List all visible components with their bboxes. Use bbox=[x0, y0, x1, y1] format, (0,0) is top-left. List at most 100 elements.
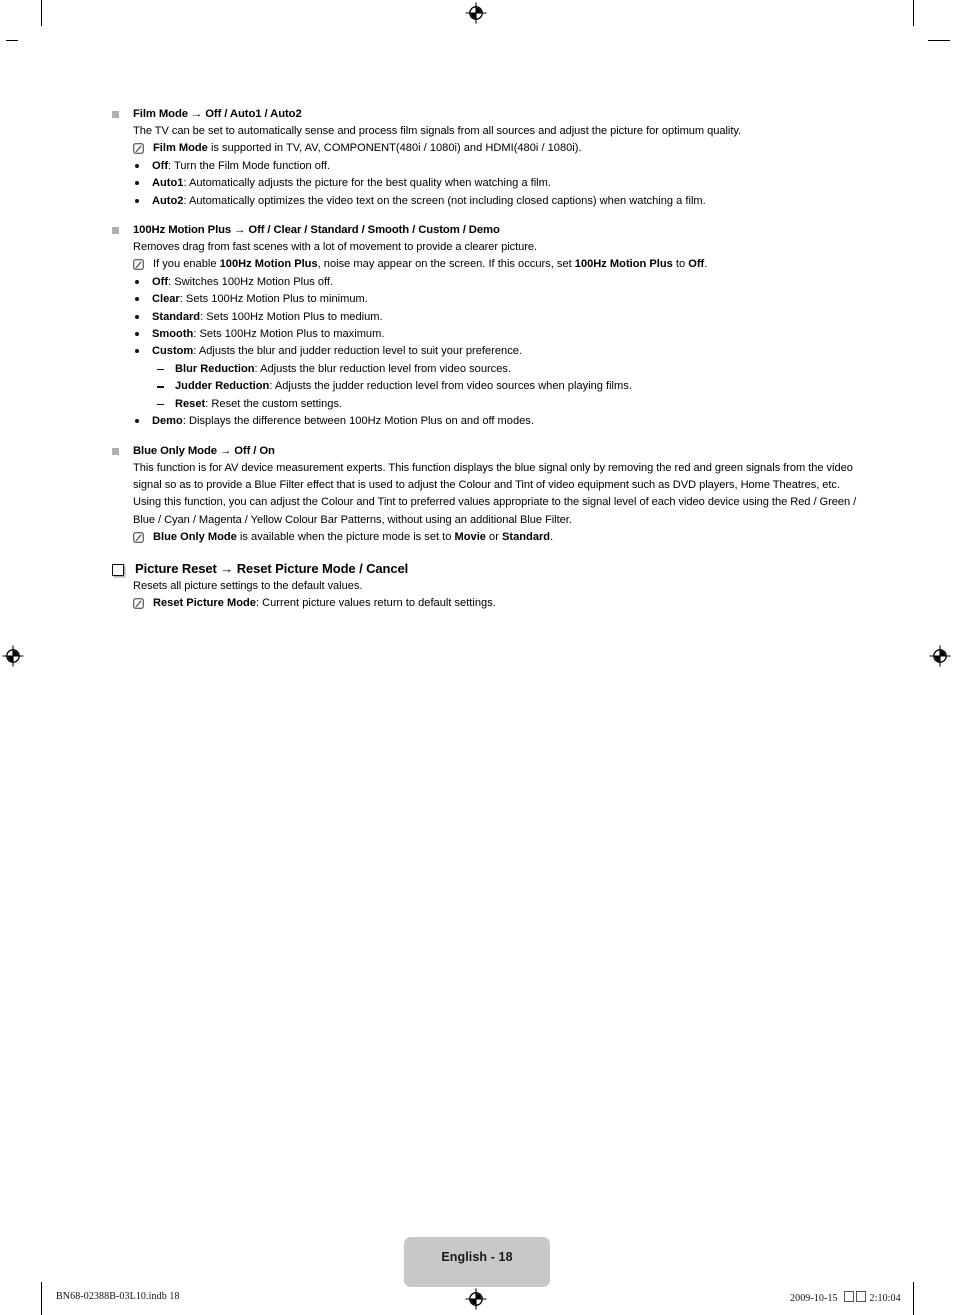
body-text: to bbox=[672, 258, 689, 271]
option-text: Smooth: Sets 100Hz Motion Plus to maximu… bbox=[152, 326, 384, 343]
bold-term: Reset Picture Mode bbox=[153, 596, 256, 609]
option-desc: : Adjusts the judder reduction level fro… bbox=[269, 380, 632, 393]
bullet-dot-icon bbox=[135, 163, 139, 168]
hollow-square-marker-icon bbox=[112, 563, 124, 576]
bullet-dot-icon bbox=[135, 198, 139, 203]
section-heading-text: 100Hz Motion Plus → Off / Clear / Standa… bbox=[133, 224, 500, 237]
bullet-dash-icon bbox=[157, 368, 164, 371]
option-desc: : Switches 100Hz Motion Plus off. bbox=[168, 275, 334, 288]
option-term: Smooth bbox=[152, 328, 194, 341]
crop-mark-top-right-vertical bbox=[913, 0, 914, 26]
option-term: Off bbox=[152, 275, 169, 288]
option-list-item: Auto2: Automatically optimizes the video… bbox=[133, 193, 842, 210]
option-text: Clear: Sets 100Hz Motion Plus to minimum… bbox=[152, 291, 368, 308]
note-text: Reset Picture Mode: Current picture valu… bbox=[153, 595, 842, 612]
option-desc: : Sets 100Hz Motion Plus to maximum. bbox=[193, 328, 385, 341]
bold-term: 100Hz Motion Plus bbox=[574, 258, 673, 271]
bullet-dot-icon bbox=[135, 279, 139, 284]
option-term: Judder Reduction bbox=[175, 380, 270, 393]
body-text: , noise may appear on the screen. If thi… bbox=[317, 258, 575, 271]
imprint-filename: BN68-02388B-03L10.indb 18 bbox=[56, 1291, 180, 1302]
note-line: Film Mode is supported in TV, AV, COMPON… bbox=[133, 140, 842, 157]
section-paragraph: Resets all picture settings to the defau… bbox=[133, 579, 363, 592]
section-paragraph: The TV can be set to automatically sense… bbox=[133, 125, 742, 137]
manual-section: Blue Only Mode → Off / On This function i… bbox=[112, 443, 856, 547]
missing-glyph-box bbox=[855, 1291, 866, 1302]
option-sub-text: Blur Reduction: Adjusts the blur reducti… bbox=[175, 361, 511, 378]
bold-term: Blue Only Mode bbox=[153, 531, 237, 544]
registration-target-icon bbox=[465, 2, 487, 24]
option-term: Standard bbox=[152, 310, 201, 323]
bullet-dot-icon bbox=[135, 181, 139, 186]
section-heading-text: Film Mode → Off / Auto1 / Auto2 bbox=[133, 108, 302, 120]
manual-section: Picture Reset → Reset Picture Mode / Can… bbox=[112, 559, 842, 613]
crop-mark-top-right-horizontal bbox=[928, 40, 950, 41]
option-desc: : Displays the difference between 100Hz … bbox=[182, 415, 534, 428]
body-text: . bbox=[550, 531, 554, 544]
bullet-dot-icon bbox=[135, 419, 139, 424]
option-desc: : Automatically optimizes the video text… bbox=[183, 194, 706, 207]
bold-term: Off bbox=[688, 258, 705, 271]
note-text: If you enable 100Hz Motion Plus, noise m… bbox=[153, 256, 842, 273]
body-text: . bbox=[704, 258, 708, 271]
imprint-timestamp: 2009-10-15 2:10:04 bbox=[790, 1291, 901, 1304]
square-marker-icon bbox=[112, 227, 119, 235]
option-text: Auto1: Automatically adjusts the picture… bbox=[152, 175, 551, 192]
manual-section: 100Hz Motion Plus → Off / Clear / Standa… bbox=[112, 222, 842, 430]
section-paragraph: This function is for AV device measureme… bbox=[133, 461, 857, 526]
section-heading: Picture Reset → Reset Picture Mode / Can… bbox=[112, 559, 842, 578]
section-heading-text: Blue Only Mode → Off / On bbox=[133, 444, 275, 457]
option-sub-text: Judder Reduction: Adjusts the judder red… bbox=[175, 378, 632, 395]
option-term: Auto1 bbox=[152, 177, 184, 190]
section-heading: Blue Only Mode → Off / On bbox=[112, 443, 842, 460]
option-text: Standard: Sets 100Hz Motion Plus to medi… bbox=[152, 309, 383, 326]
registration-target-icon bbox=[465, 1288, 487, 1310]
body-text: is supported in TV, AV, COMPONENT(480i /… bbox=[207, 142, 582, 155]
option-list-item: Custom: Adjusts the blur and judder redu… bbox=[133, 343, 842, 360]
bullet-dash-icon bbox=[157, 403, 164, 406]
option-sub-item: Reset: Reset the custom settings. bbox=[157, 396, 842, 413]
note-text: Blue Only Mode is available when the pic… bbox=[153, 529, 842, 546]
option-list-item: Auto1: Automatically adjusts the picture… bbox=[133, 175, 842, 192]
manual-body: Film Mode → Off / Auto1 / Auto2 The TV ca… bbox=[112, 106, 856, 613]
crop-mark-top-left-vertical bbox=[41, 0, 42, 26]
body-text: : Current picture values return to defau… bbox=[255, 596, 496, 609]
section-heading-text: Picture Reset → Reset Picture Mode / Can… bbox=[135, 560, 409, 576]
registration-target-icon bbox=[2, 645, 24, 667]
option-text: Off: Turn the Film Mode function off. bbox=[152, 158, 330, 175]
option-sub-item: Blur Reduction: Adjusts the blur reducti… bbox=[157, 361, 842, 378]
crop-mark-top-left-horizontal bbox=[6, 40, 18, 41]
square-marker-icon bbox=[112, 111, 119, 118]
option-term: Clear bbox=[152, 293, 180, 306]
bold-term: Standard bbox=[502, 531, 551, 544]
option-term: Off bbox=[152, 159, 169, 172]
page-number-label: English - 18 bbox=[441, 1250, 513, 1264]
imprint-time: 2:10:04 bbox=[869, 1293, 901, 1304]
option-text: Custom: Adjusts the blur and judder redu… bbox=[152, 343, 522, 360]
missing-glyph-box bbox=[843, 1291, 854, 1302]
bullet-dot-icon bbox=[135, 349, 139, 354]
body-text: is available when the picture mode is se… bbox=[236, 531, 455, 544]
option-list-item: Off: Switches 100Hz Motion Plus off. bbox=[133, 274, 842, 291]
note-line: Blue Only Mode is available when the pic… bbox=[133, 529, 842, 546]
body-text: If you enable bbox=[153, 258, 220, 271]
option-desc: : Reset the custom settings. bbox=[205, 397, 343, 410]
square-marker-icon bbox=[112, 447, 119, 455]
manual-section: Film Mode → Off / Auto1 / Auto2 The TV ca… bbox=[112, 106, 842, 210]
option-text: Off: Switches 100Hz Motion Plus off. bbox=[152, 274, 333, 291]
option-list-item: Demo: Displays the difference between 10… bbox=[133, 413, 842, 430]
note-line: Reset Picture Mode: Current picture valu… bbox=[133, 595, 842, 612]
option-text: Demo: Displays the difference between 10… bbox=[152, 413, 534, 430]
option-list-item: Standard: Sets 100Hz Motion Plus to medi… bbox=[133, 309, 842, 326]
crop-mark-bottom-right-vertical bbox=[913, 1282, 914, 1315]
bullet-dash-icon bbox=[157, 386, 164, 388]
option-list-item: Smooth: Sets 100Hz Motion Plus to maximu… bbox=[133, 326, 842, 343]
option-text: Auto2: Automatically optimizes the video… bbox=[152, 193, 706, 210]
section-heading: 100Hz Motion Plus → Off / Clear / Standa… bbox=[112, 222, 842, 239]
note-pencil-icon bbox=[133, 532, 144, 543]
option-list-item: Off: Turn the Film Mode function off. bbox=[133, 158, 842, 175]
registration-target-icon bbox=[929, 645, 951, 667]
section-paragraph: Removes drag from fast scenes with a lot… bbox=[133, 241, 538, 254]
option-term: Blur Reduction bbox=[175, 362, 255, 375]
bold-term: Movie bbox=[454, 531, 486, 544]
